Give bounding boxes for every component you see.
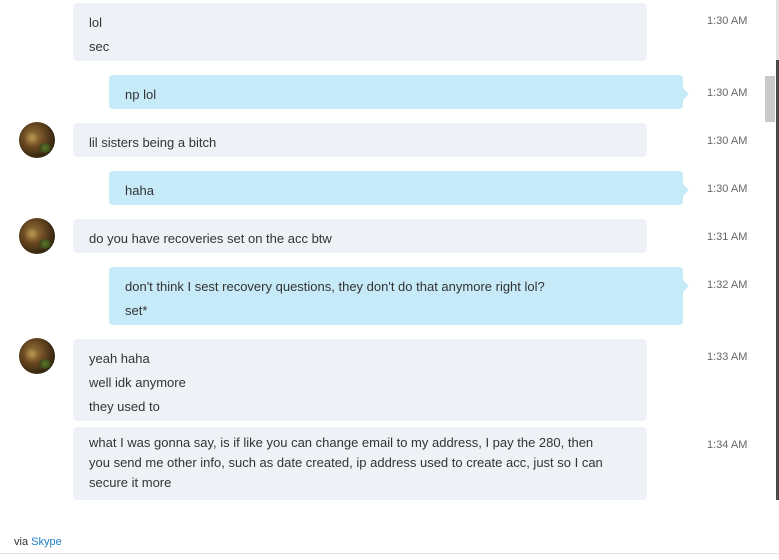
skype-link[interactable]: Skype — [31, 536, 62, 548]
scrollbar-thumb[interactable] — [765, 76, 775, 122]
footer-divider — [0, 553, 779, 554]
message-text: lil sisters being a bitch — [89, 135, 217, 150]
contact-avatar[interactable] — [19, 338, 55, 374]
message-text: do you have recoveries set on the acc bt… — [89, 231, 332, 246]
message-timestamp: 1:32 AM — [707, 279, 748, 291]
message-bubble-outgoing: haha — [109, 171, 689, 205]
message-bubble-incoming: what I was gonna say, is if like you can… — [73, 427, 647, 500]
message-timestamp: 1:31 AM — [707, 231, 748, 243]
message-text: sec — [89, 39, 110, 54]
message-timestamp: 1:30 AM — [707, 87, 748, 99]
message-bubble-incoming: yeah haha well idk anymore they used to — [73, 339, 647, 421]
message-bubble-outgoing: np lol — [109, 75, 689, 109]
chat-history: lol sec 1:30 AM np lol 1:30 AM lil siste… — [0, 0, 760, 500]
footer-prefix: via — [14, 536, 29, 548]
message-bubble-incoming: lol sec — [73, 3, 647, 61]
message-text: lol — [89, 15, 103, 30]
message-bubble-incoming: do you have recoveries set on the acc bt… — [73, 219, 647, 253]
message-text: yeah haha — [89, 351, 150, 366]
contact-avatar[interactable] — [19, 122, 55, 158]
message-bubble-outgoing: don't think I sest recovery questions, t… — [109, 267, 689, 325]
message-text: np lol — [125, 87, 157, 102]
message-text: they used to — [89, 399, 160, 414]
contact-avatar[interactable] — [19, 218, 55, 254]
message-text: what I was gonna say, is if like you can… — [89, 435, 594, 450]
footer-attribution: via Skype — [14, 536, 62, 548]
message-text: haha — [125, 183, 154, 198]
message-timestamp: 1:30 AM — [707, 15, 748, 27]
message-text: you send me other info, such as date cre… — [89, 455, 603, 470]
message-text: secure it more — [89, 475, 172, 490]
message-text: set* — [125, 303, 148, 318]
message-timestamp: 1:34 AM — [707, 439, 748, 451]
message-timestamp: 1:30 AM — [707, 135, 748, 147]
message-bubble-incoming: lil sisters being a bitch — [73, 123, 647, 157]
message-timestamp: 1:33 AM — [707, 351, 748, 363]
message-timestamp: 1:30 AM — [707, 183, 748, 195]
message-text: well idk anymore — [89, 375, 186, 390]
message-text: don't think I sest recovery questions, t… — [125, 279, 545, 294]
